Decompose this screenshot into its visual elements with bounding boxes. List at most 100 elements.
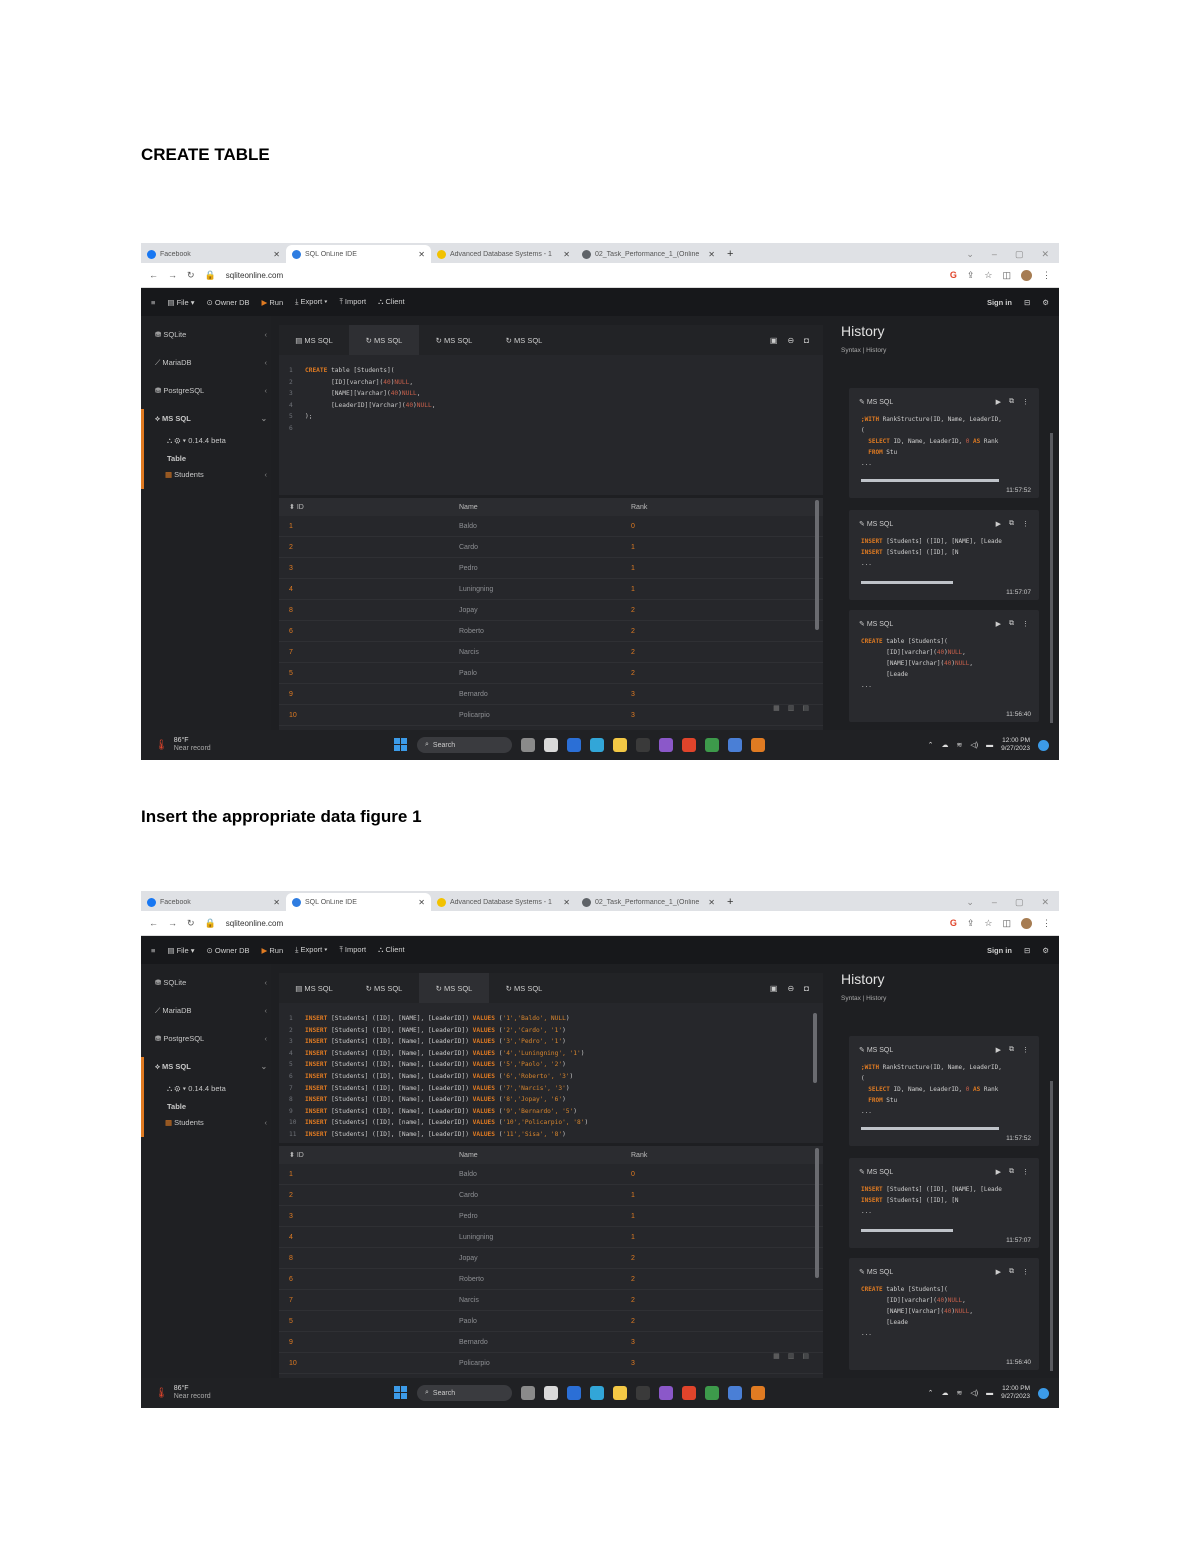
editor-tab[interactable]: ↻ MS SQL bbox=[489, 325, 559, 355]
taskbar-app-icon[interactable] bbox=[544, 738, 558, 752]
save-icon[interactable]: ▣ bbox=[770, 336, 778, 345]
taskbar-app-icon[interactable] bbox=[521, 1386, 535, 1400]
taskbar-app-icon[interactable] bbox=[590, 738, 604, 752]
star-icon[interactable]: ☆ bbox=[984, 270, 992, 281]
sql-editor[interactable]: ▤ MS SQL ↻ MS SQL ↻ MS SQL ↻ MS SQL ▣ ⊖ ◘ 1 CREA… bbox=[279, 325, 823, 495]
column-header-id[interactable]: ⬍ ID bbox=[289, 1151, 304, 1159]
table-row[interactable]: 7 Narcis 2 bbox=[279, 1290, 823, 1311]
more-icon[interactable]: ⋮ bbox=[1022, 620, 1029, 628]
sign-in-button[interactable]: Sign in bbox=[987, 946, 1012, 955]
history-card[interactable]: ✎ MS SQL ▶ ⧉ ⋮ CREATE table [Students]( [ID]… bbox=[849, 610, 1039, 722]
windows-start-icon[interactable] bbox=[394, 1386, 407, 1399]
sidebar-item-postgresql[interactable]: ⛃ PostgreSQL ‹ bbox=[155, 1034, 267, 1043]
taskbar-app-icon[interactable] bbox=[613, 1386, 627, 1400]
browser-tab[interactable]: Advanced Database Systems - 1 ✕ bbox=[431, 245, 576, 263]
url-field[interactable]: sqliteonline.com bbox=[226, 919, 283, 928]
save-icon[interactable]: ▣ bbox=[770, 984, 778, 993]
sidebar-item-mssql[interactable]: ⟡ MS SQL ⌄ bbox=[155, 1062, 267, 1072]
taskbar-app-icon[interactable] bbox=[728, 1386, 742, 1400]
google-icon[interactable]: G bbox=[950, 270, 957, 280]
wifi-icon[interactable]: ≋ bbox=[956, 741, 962, 749]
export-menu[interactable]: ⤓ Export ▾ bbox=[295, 945, 327, 955]
chevron-down-icon[interactable]: ⌄ bbox=[966, 897, 974, 908]
more-icon[interactable]: ⋮ bbox=[1022, 1168, 1029, 1176]
export-menu[interactable]: ⤓ Export ▾ bbox=[295, 297, 327, 307]
history-card[interactable]: ✎ MS SQL ▶ ⧉ ⋮ ;WITH RankStructure(ID, Name,… bbox=[849, 388, 1039, 498]
star-icon[interactable]: ☆ bbox=[984, 918, 992, 929]
file-menu[interactable]: ▤ File ▾ bbox=[167, 946, 194, 955]
close-icon[interactable]: ✕ bbox=[708, 898, 715, 907]
back-icon[interactable]: ← bbox=[149, 918, 158, 928]
history-card[interactable]: ✎ MS SQL ▶ ⧉ ⋮ INSERT [Students] ([ID], [NAM… bbox=[849, 510, 1039, 600]
results-scrollbar[interactable] bbox=[815, 500, 819, 630]
taskbar-app-icon[interactable] bbox=[659, 738, 673, 752]
editor-tab[interactable]: ▤ MS SQL bbox=[279, 325, 349, 355]
table-row[interactable]: 10 Policarpio 3 bbox=[279, 1353, 823, 1374]
taskbar-app-icon[interactable] bbox=[613, 738, 627, 752]
chart-icon[interactable]: ▥ bbox=[788, 704, 795, 712]
export-icon[interactable]: ▤ bbox=[802, 704, 809, 712]
sidebar-item-mariadb[interactable]: ⟋ MariaDB ‹ bbox=[155, 358, 267, 368]
table-row[interactable]: 6 Roberto 2 bbox=[279, 1269, 823, 1290]
table-row[interactable]: 6 Roberto 2 bbox=[279, 621, 823, 642]
column-header-name[interactable]: Name bbox=[459, 1152, 478, 1159]
sidebar-item-postgresql[interactable]: ⛃ PostgreSQL ‹ bbox=[155, 386, 267, 395]
taskbar-search[interactable]: ⌕ Search bbox=[417, 1385, 512, 1401]
table-row[interactable]: 10 Policarpio 3 bbox=[279, 705, 823, 726]
sidebar-item-students[interactable]: ▦ Students ‹ bbox=[165, 1118, 267, 1127]
weather-widget[interactable]: 🌡 86°F Near record bbox=[155, 1385, 211, 1401]
share-icon[interactable]: ⇪ bbox=[967, 270, 975, 281]
maximize-icon[interactable]: ▢ bbox=[1015, 249, 1024, 260]
more-icon[interactable]: ⋮ bbox=[1022, 520, 1029, 528]
chevron-up-icon[interactable]: ⌃ bbox=[928, 741, 934, 749]
table-row[interactable]: 9 Bernardo 3 bbox=[279, 1332, 823, 1353]
history-card[interactable]: ✎ MS SQL ▶ ⧉ ⋮ CREATE table [Students]( [ID]… bbox=[849, 1258, 1039, 1370]
taskbar-app-icon[interactable] bbox=[544, 1386, 558, 1400]
table-row[interactable]: 3 Pedro 1 bbox=[279, 558, 823, 579]
chevron-up-icon[interactable]: ⌃ bbox=[928, 1389, 934, 1397]
run-button[interactable]: ▶ Run bbox=[261, 946, 283, 955]
taskbar-app-icon[interactable] bbox=[751, 738, 765, 752]
history-scrollbar[interactable] bbox=[1050, 433, 1053, 723]
avatar[interactable] bbox=[1021, 269, 1032, 281]
volume-icon[interactable]: ◁) bbox=[970, 1389, 978, 1397]
import-button[interactable]: ⤒ Import bbox=[339, 297, 366, 307]
taskbar-app-icon[interactable] bbox=[682, 738, 696, 752]
browser-tab[interactable]: 02_Task_Performance_1_(Online ✕ bbox=[576, 245, 721, 263]
chevron-down-icon[interactable]: ⌄ bbox=[966, 249, 974, 260]
windows-start-icon[interactable] bbox=[394, 738, 407, 751]
sidepanel-icon[interactable]: ◫ bbox=[1002, 270, 1011, 281]
share-icon[interactable]: ⇪ bbox=[967, 918, 975, 929]
play-icon[interactable]: ▶ bbox=[996, 1168, 1001, 1176]
close-window-icon[interactable]: ✕ bbox=[1041, 249, 1049, 260]
file-menu[interactable]: ▤ File ▾ bbox=[167, 298, 194, 307]
taskbar-app-icon[interactable] bbox=[705, 1386, 719, 1400]
hamburger-icon[interactable]: ≡ bbox=[151, 946, 155, 955]
browser-tab[interactable]: 02_Task_Performance_1_(Online ✕ bbox=[576, 893, 721, 911]
cloud-icon[interactable]: ☁ bbox=[941, 741, 948, 749]
maximize-icon[interactable]: ▢ bbox=[1015, 897, 1024, 908]
menu-icon[interactable]: ⋮ bbox=[1042, 918, 1051, 929]
table-row[interactable]: 2 Cardo 1 bbox=[279, 537, 823, 558]
play-icon[interactable]: ▶ bbox=[996, 520, 1001, 528]
edit-icon[interactable]: ⧉ bbox=[1009, 398, 1014, 406]
grid-icon[interactable]: ▦ bbox=[773, 1352, 780, 1360]
taskbar-app-icon[interactable] bbox=[659, 1386, 673, 1400]
column-header-rank[interactable]: Rank bbox=[631, 1152, 647, 1159]
settings-icon[interactable]: ⚙ bbox=[1042, 298, 1049, 307]
hamburger-icon[interactable]: ≡ bbox=[151, 298, 155, 307]
close-icon[interactable]: ✕ bbox=[418, 250, 425, 259]
volume-icon[interactable]: ◁) bbox=[970, 741, 978, 749]
more-icon[interactable]: ⋮ bbox=[1022, 1268, 1029, 1276]
sidepanel-icon[interactable]: ◫ bbox=[1002, 918, 1011, 929]
browser-tab[interactable]: Advanced Database Systems - 1 ✕ bbox=[431, 893, 576, 911]
import-button[interactable]: ⤒ Import bbox=[339, 945, 366, 955]
close-icon[interactable]: ✕ bbox=[418, 898, 425, 907]
owner-db-button[interactable]: ⊙ Owner DB bbox=[207, 298, 250, 307]
editor-scrollbar[interactable] bbox=[813, 1013, 817, 1083]
chart-icon[interactable]: ▥ bbox=[788, 1352, 795, 1360]
table-row[interactable]: 9 Bernardo 3 bbox=[279, 684, 823, 705]
editor-tab[interactable]: ▤ MS SQL bbox=[279, 973, 349, 1003]
browser-tab[interactable]: SQL OnLine IDE ✕ bbox=[286, 893, 431, 911]
menu-icon[interactable]: ⋮ bbox=[1042, 270, 1051, 281]
